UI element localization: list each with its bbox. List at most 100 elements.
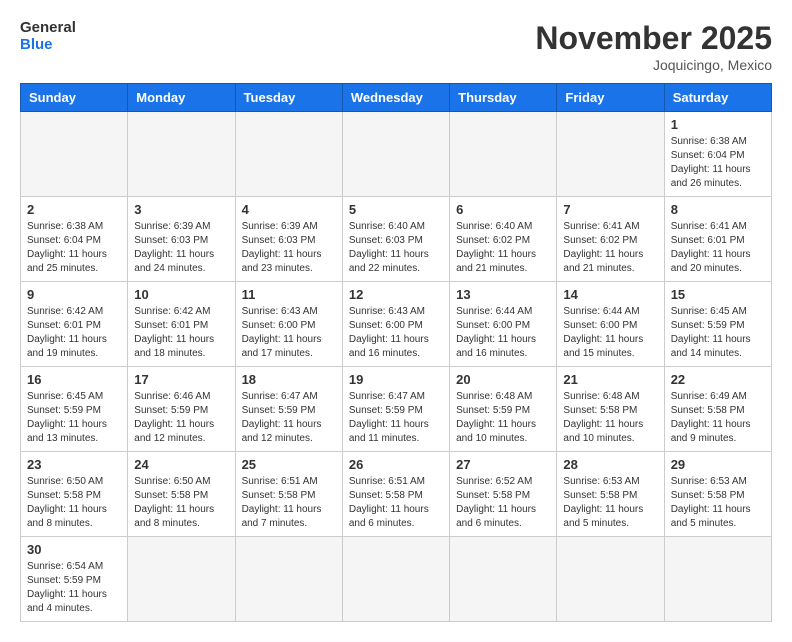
calendar-cell: 10Sunrise: 6:42 AM Sunset: 6:01 PM Dayli…	[128, 282, 235, 367]
day-info: Sunrise: 6:39 AM Sunset: 6:03 PM Dayligh…	[134, 220, 228, 276]
calendar-cell	[235, 112, 342, 197]
calendar-cell: 26 Sunrise: 6:51 AM Sunset: 5:58 PM Dayli…	[342, 452, 449, 537]
day-number: 22	[671, 372, 765, 387]
calendar-week-4: 16Sunrise: 6:45 AM Sunset: 5:59 PM Dayli…	[21, 367, 772, 452]
calendar-cell: 16Sunrise: 6:45 AM Sunset: 5:59 PM Dayli…	[21, 367, 128, 452]
day-header-wednesday: Wednesday	[342, 84, 449, 112]
day-info: Sunrise: 6:42 AM Sunset: 6:01 PM Dayligh…	[27, 305, 121, 361]
calendar-cell: 3Sunrise: 6:39 AM Sunset: 6:03 PM Daylig…	[128, 197, 235, 282]
day-number: 27	[456, 457, 550, 472]
day-info: Sunrise: 6:44 AM Sunset: 6:00 PM Dayligh…	[563, 305, 657, 361]
day-number: 26	[349, 457, 443, 472]
calendar-cell	[342, 112, 449, 197]
day-info: Sunrise: 6:39 AM Sunset: 6:03 PM Dayligh…	[242, 220, 336, 276]
day-number: 21	[563, 372, 657, 387]
calendar-cell: 24 Sunrise: 6:50 AM Sunset: 5:58 PM Dayli…	[128, 452, 235, 537]
calendar-cell: 8 Sunrise: 6:41 AM Sunset: 6:01 PM Daylig…	[664, 197, 771, 282]
day-info: Sunrise: 6:51 AM Sunset: 5:58 PM Dayligh…	[349, 475, 443, 531]
day-info: Sunrise: 6:40 AM Sunset: 6:03 PM Dayligh…	[349, 220, 443, 276]
calendar-cell: 13Sunrise: 6:44 AM Sunset: 6:00 PM Dayli…	[450, 282, 557, 367]
calendar-cell: 11 Sunrise: 6:43 AM Sunset: 6:00 PM Dayli…	[235, 282, 342, 367]
calendar-cell: 6Sunrise: 6:40 AM Sunset: 6:02 PM Daylig…	[450, 197, 557, 282]
day-info: Sunrise: 6:45 AM Sunset: 5:59 PM Dayligh…	[671, 305, 765, 361]
day-info: Sunrise: 6:53 AM Sunset: 5:58 PM Dayligh…	[563, 475, 657, 531]
day-info: Sunrise: 6:44 AM Sunset: 6:00 PM Dayligh…	[456, 305, 550, 361]
day-number: 29	[671, 457, 765, 472]
calendar: SundayMondayTuesdayWednesdayThursdayFrid…	[20, 83, 772, 622]
day-info: Sunrise: 6:47 AM Sunset: 5:59 PM Dayligh…	[349, 390, 443, 446]
day-number: 8	[671, 202, 765, 217]
day-info: Sunrise: 6:47 AM Sunset: 5:59 PM Dayligh…	[242, 390, 336, 446]
logo-general-text: General	[20, 20, 76, 37]
calendar-cell: 29 Sunrise: 6:53 AM Sunset: 5:58 PM Dayli…	[664, 452, 771, 537]
logo-blue-text: Blue	[20, 37, 76, 54]
day-header-tuesday: Tuesday	[235, 84, 342, 112]
day-info: Sunrise: 6:46 AM Sunset: 5:59 PM Dayligh…	[134, 390, 228, 446]
day-header-sunday: Sunday	[21, 84, 128, 112]
day-info: Sunrise: 6:50 AM Sunset: 5:58 PM Dayligh…	[134, 475, 228, 531]
calendar-cell: 17 Sunrise: 6:46 AM Sunset: 5:59 PM Dayli…	[128, 367, 235, 452]
day-number: 24	[134, 457, 228, 472]
calendar-week-3: 9Sunrise: 6:42 AM Sunset: 6:01 PM Daylig…	[21, 282, 772, 367]
calendar-cell	[128, 537, 235, 622]
calendar-cell: 18Sunrise: 6:47 AM Sunset: 5:59 PM Dayli…	[235, 367, 342, 452]
day-info: Sunrise: 6:50 AM Sunset: 5:58 PM Dayligh…	[27, 475, 121, 531]
day-number: 11	[242, 287, 336, 302]
calendar-week-5: 23 Sunrise: 6:50 AM Sunset: 5:58 PM Dayli…	[21, 452, 772, 537]
calendar-cell: 30Sunrise: 6:54 AM Sunset: 5:59 PM Dayli…	[21, 537, 128, 622]
calendar-cell	[664, 537, 771, 622]
calendar-cell: 20Sunrise: 6:48 AM Sunset: 5:59 PM Dayli…	[450, 367, 557, 452]
calendar-cell: 2 Sunrise: 6:38 AM Sunset: 6:04 PM Daylig…	[21, 197, 128, 282]
day-number: 6	[456, 202, 550, 217]
calendar-week-1: 1 Sunrise: 6:38 AM Sunset: 6:04 PM Daylig…	[21, 112, 772, 197]
calendar-cell: 5 Sunrise: 6:40 AM Sunset: 6:03 PM Daylig…	[342, 197, 449, 282]
day-number: 14	[563, 287, 657, 302]
day-number: 12	[349, 287, 443, 302]
calendar-cell: 14 Sunrise: 6:44 AM Sunset: 6:00 PM Dayli…	[557, 282, 664, 367]
calendar-cell: 19Sunrise: 6:47 AM Sunset: 5:59 PM Dayli…	[342, 367, 449, 452]
day-number: 2	[27, 202, 121, 217]
day-number: 25	[242, 457, 336, 472]
calendar-cell: 21Sunrise: 6:48 AM Sunset: 5:58 PM Dayli…	[557, 367, 664, 452]
calendar-cell	[235, 537, 342, 622]
day-number: 10	[134, 287, 228, 302]
day-info: Sunrise: 6:41 AM Sunset: 6:01 PM Dayligh…	[671, 220, 765, 276]
calendar-cell: 23 Sunrise: 6:50 AM Sunset: 5:58 PM Dayli…	[21, 452, 128, 537]
calendar-cell: 28Sunrise: 6:53 AM Sunset: 5:58 PM Dayli…	[557, 452, 664, 537]
day-info: Sunrise: 6:43 AM Sunset: 6:00 PM Dayligh…	[349, 305, 443, 361]
calendar-cell: 4Sunrise: 6:39 AM Sunset: 6:03 PM Daylig…	[235, 197, 342, 282]
calendar-week-6: 30Sunrise: 6:54 AM Sunset: 5:59 PM Dayli…	[21, 537, 772, 622]
title-area: November 2025 Joquicingo, Mexico	[535, 20, 772, 73]
calendar-cell: 12 Sunrise: 6:43 AM Sunset: 6:00 PM Dayli…	[342, 282, 449, 367]
calendar-week-2: 2 Sunrise: 6:38 AM Sunset: 6:04 PM Daylig…	[21, 197, 772, 282]
page-header: General Blue November 2025 Joquicingo, M…	[20, 20, 772, 73]
calendar-cell	[128, 112, 235, 197]
day-number: 1	[671, 117, 765, 132]
day-header-thursday: Thursday	[450, 84, 557, 112]
day-number: 15	[671, 287, 765, 302]
calendar-cell	[557, 537, 664, 622]
logo: General Blue	[20, 20, 76, 53]
location: Joquicingo, Mexico	[535, 57, 772, 73]
day-number: 17	[134, 372, 228, 387]
day-info: Sunrise: 6:53 AM Sunset: 5:58 PM Dayligh…	[671, 475, 765, 531]
calendar-cell: 9Sunrise: 6:42 AM Sunset: 6:01 PM Daylig…	[21, 282, 128, 367]
calendar-cell	[21, 112, 128, 197]
day-info: Sunrise: 6:38 AM Sunset: 6:04 PM Dayligh…	[671, 135, 765, 191]
calendar-header-row: SundayMondayTuesdayWednesdayThursdayFrid…	[21, 84, 772, 112]
day-info: Sunrise: 6:49 AM Sunset: 5:58 PM Dayligh…	[671, 390, 765, 446]
calendar-cell	[450, 112, 557, 197]
calendar-cell: 22 Sunrise: 6:49 AM Sunset: 5:58 PM Dayli…	[664, 367, 771, 452]
calendar-cell: 1 Sunrise: 6:38 AM Sunset: 6:04 PM Daylig…	[664, 112, 771, 197]
month-title: November 2025	[535, 20, 772, 57]
day-number: 23	[27, 457, 121, 472]
day-info: Sunrise: 6:38 AM Sunset: 6:04 PM Dayligh…	[27, 220, 121, 276]
day-number: 5	[349, 202, 443, 217]
day-header-friday: Friday	[557, 84, 664, 112]
day-number: 20	[456, 372, 550, 387]
day-header-monday: Monday	[128, 84, 235, 112]
calendar-cell	[557, 112, 664, 197]
calendar-cell	[450, 537, 557, 622]
day-info: Sunrise: 6:51 AM Sunset: 5:58 PM Dayligh…	[242, 475, 336, 531]
day-info: Sunrise: 6:43 AM Sunset: 6:00 PM Dayligh…	[242, 305, 336, 361]
